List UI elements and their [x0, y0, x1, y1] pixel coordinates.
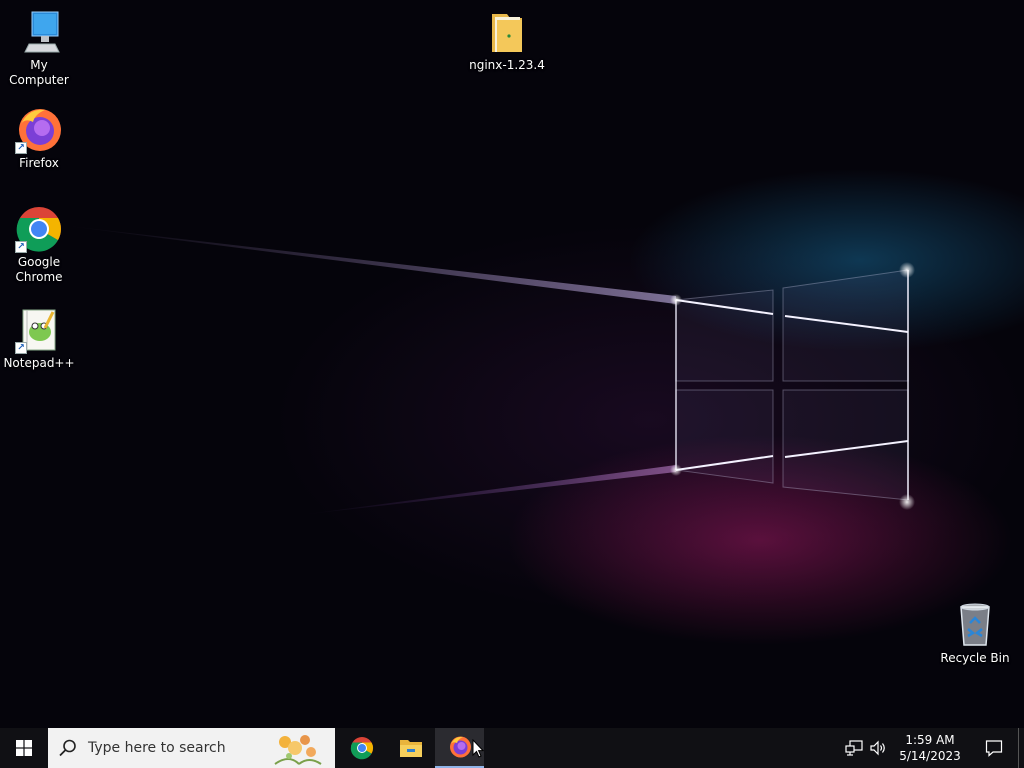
- search-highlight-flowers-icon: [274, 735, 322, 765]
- notification-icon: [985, 740, 1003, 757]
- desktop-icon-label: nginx-1.23.4: [469, 58, 545, 72]
- search-placeholder: Type here to search: [88, 740, 226, 756]
- network-icon[interactable]: [842, 728, 866, 768]
- desktop-icon-recycle-bin[interactable]: Recycle Bin: [937, 601, 1013, 666]
- system-tray: 1:59 AM 5/14/2023: [842, 728, 1024, 768]
- clock-date: 5/14/2023: [899, 749, 961, 763]
- folder-icon: [399, 740, 422, 757]
- clock[interactable]: 1:59 AM 5/14/2023: [890, 732, 970, 764]
- desktop-icon-notepadpp[interactable]: ↗ Notepad++: [1, 306, 77, 371]
- desktop-icon-chrome[interactable]: ↗ Google Chrome: [1, 205, 77, 285]
- desktop-icon-label: Recycle Bin: [940, 651, 1010, 665]
- mouse-cursor-icon: [472, 739, 484, 758]
- desktop-icon-label: Notepad++: [3, 356, 75, 370]
- desktop-icon-label: Firefox: [19, 156, 59, 170]
- firefox-icon: ↗: [15, 106, 63, 154]
- desktop-icon-label: My Computer: [9, 58, 69, 87]
- desktop-icon-nginx-folder[interactable]: nginx-1.23.4: [469, 8, 545, 73]
- show-desktop-button[interactable]: [1018, 728, 1024, 768]
- start-button[interactable]: [0, 728, 48, 768]
- taskbar-pinned-chrome[interactable]: [337, 728, 386, 768]
- taskbar-pinned-file-explorer[interactable]: [386, 728, 435, 768]
- chrome-icon: [350, 737, 373, 760]
- desktop[interactable]: My Computer ↗ Firefox ↗ Google Chrome ↗ …: [0, 0, 1024, 728]
- shortcut-arrow-icon: ↗: [15, 342, 27, 354]
- windows-logo-icon: [16, 740, 32, 756]
- chrome-icon: ↗: [15, 205, 63, 253]
- shortcut-arrow-icon: ↗: [15, 241, 27, 253]
- monitor-icon: [15, 8, 63, 56]
- wallpaper: [60, 225, 915, 515]
- volume-icon[interactable]: [866, 728, 890, 768]
- notepadpp-icon: ↗: [15, 306, 63, 354]
- desktop-icon-my-computer[interactable]: My Computer: [1, 8, 77, 88]
- firefox-icon: [449, 736, 471, 758]
- search-icon: [48, 738, 88, 758]
- taskbar: Type here to search 1:59 AM 5/14/2023: [0, 728, 1024, 768]
- clock-time: 1:59 AM: [905, 733, 955, 747]
- recycle-bin-icon: [951, 601, 999, 649]
- folder-icon: [483, 8, 531, 56]
- desktop-icon-firefox[interactable]: ↗ Firefox: [1, 106, 77, 171]
- action-center-button[interactable]: [970, 728, 1018, 768]
- search-input[interactable]: Type here to search: [48, 728, 335, 768]
- desktop-icon-label: Google Chrome: [15, 255, 63, 284]
- shortcut-arrow-icon: ↗: [15, 142, 27, 154]
